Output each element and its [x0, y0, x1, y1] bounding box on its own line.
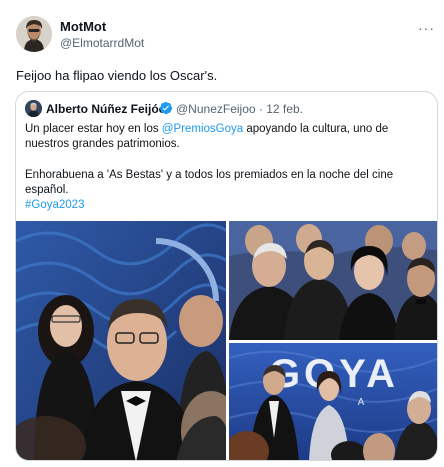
more-options-icon[interactable]: ···	[418, 20, 435, 36]
goya-sign-subtext: A	[358, 397, 365, 408]
separator-dot: ·	[258, 102, 263, 116]
hashtag-link[interactable]: #Goya2023	[25, 199, 84, 211]
tweet-text: Feijoo ha flipao viendo los Oscar's.	[16, 68, 218, 83]
verified-badge-icon	[159, 101, 173, 115]
quoted-text-line-3: Enhorabuena a 'As Bestas' y a todos los …	[25, 169, 394, 181]
quoted-text-line-2: nuestros grandes patrimonios.	[25, 138, 180, 150]
photo-grid: GOYA A	[16, 221, 437, 460]
mention-link[interactable]: @PremiosGoya	[162, 123, 243, 135]
quoted-text-suffix: apoyando la cultura, uno de	[243, 123, 389, 135]
quoted-author-avatar[interactable]	[25, 100, 42, 117]
author-name[interactable]: MotMot	[60, 19, 106, 34]
quoted-text-prefix: Un placer estar hoy en los	[25, 123, 162, 135]
photo-2[interactable]	[229, 221, 437, 340]
quoted-date[interactable]: 12 feb.	[266, 102, 303, 116]
quoted-author-handle[interactable]: @NunezFeijoo	[176, 102, 256, 116]
quoted-tweet[interactable]: Alberto Núñez Feijóo @NunezFeijoo · 12 f…	[15, 91, 438, 461]
quoted-text-line-1: Un placer estar hoy en los @PremiosGoya …	[25, 123, 388, 135]
photo-3[interactable]: GOYA A	[229, 343, 437, 460]
photo-1[interactable]	[16, 221, 226, 460]
quoted-text-line-4: español.	[25, 184, 69, 196]
quoted-author-name[interactable]: Alberto Núñez Feijóo	[46, 102, 166, 116]
quoted-handle-and-date: @NunezFeijoo · 12 feb.	[176, 102, 303, 116]
author-avatar[interactable]	[16, 16, 52, 52]
author-handle[interactable]: @ElmotarrdMot	[60, 36, 144, 50]
tweet-card[interactable]: MotMot @ElmotarrdMot ··· Feijoo ha flipa…	[0, 0, 444, 467]
